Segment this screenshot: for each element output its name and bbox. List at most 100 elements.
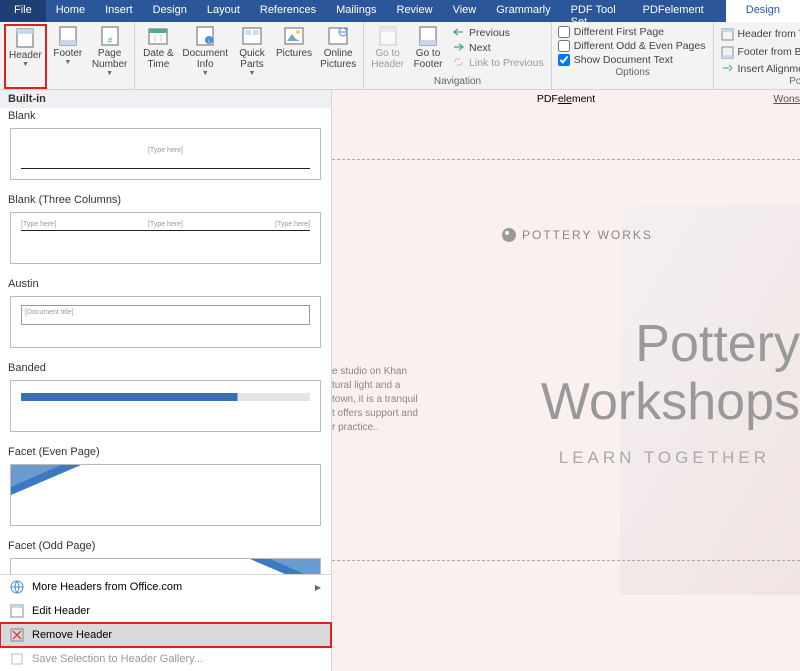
quick-parts-label: Quick Parts	[239, 48, 265, 70]
pictures-icon	[284, 26, 304, 46]
link-icon	[452, 56, 465, 69]
header-icon	[15, 28, 35, 48]
tab-file[interactable]: File	[0, 0, 46, 22]
gallery-scroll[interactable]: Built-in Blank [Type here] Blank (Three …	[0, 90, 331, 574]
menu-tabs: File Home Insert Design Layout Reference…	[0, 0, 800, 22]
position-group-label: Position	[718, 76, 800, 89]
tab-view[interactable]: View	[443, 0, 487, 22]
footer-button[interactable]: Footer ▼	[49, 24, 87, 89]
item-austin[interactable]: [Document title]	[10, 296, 321, 348]
link-previous-label: Link to Previous	[469, 57, 544, 69]
page-number-button[interactable]: # Page Number ▼	[89, 24, 131, 89]
item-austin-label: Austin	[0, 276, 331, 292]
remove-header-item[interactable]: Remove Header	[0, 623, 331, 647]
doc-title: Pottery Workshops	[541, 315, 800, 431]
item-blank[interactable]: [Type here]	[10, 128, 321, 180]
item-facet-even[interactable]	[10, 464, 321, 526]
remove-icon	[10, 628, 24, 642]
show-doc-label: Show Document Text	[574, 54, 673, 66]
header-top-icon	[721, 28, 734, 41]
tab-references[interactable]: References	[250, 0, 326, 22]
tab-pdftoolset[interactable]: PDF Tool Set	[561, 0, 633, 22]
page-number-icon: #	[100, 26, 120, 46]
doc-subtitle: LEARN TOGETHER	[559, 448, 770, 468]
next-button[interactable]: Next	[449, 40, 547, 55]
submenu-caret-icon: ▶	[315, 583, 321, 592]
calendar-icon	[148, 26, 168, 46]
align-tab-icon	[721, 62, 734, 75]
tab-mailings[interactable]: Mailings	[326, 0, 386, 22]
next-icon	[452, 41, 465, 54]
pictures-button[interactable]: Pictures	[273, 24, 315, 89]
pictures-label: Pictures	[276, 48, 312, 59]
online-pictures-button[interactable]: Online Pictures	[317, 24, 359, 89]
diff-first-checkbox[interactable]	[558, 26, 570, 38]
group-position: Header from Top: 1.27 cm ▲▼ Footer from …	[714, 22, 800, 89]
tab-design-tools[interactable]: Design	[726, 0, 800, 22]
globe-icon	[10, 580, 24, 594]
edit-icon	[10, 604, 24, 618]
brand-text: POTTERY WORKS	[522, 228, 653, 242]
header-link: PDFelement	[332, 90, 800, 111]
tab-layout[interactable]: Layout	[197, 0, 250, 22]
document-info-icon: i	[195, 26, 215, 46]
more-headers-item[interactable]: More Headers from Office.com ▶	[0, 575, 331, 599]
item-facet-odd-label: Facet (Odd Page)	[0, 538, 331, 554]
ribbon: Header ▼ Footer ▼ # Page Number ▼ Date &…	[0, 22, 800, 90]
item-blank-label: Blank	[0, 108, 331, 124]
nav-group-label: Navigation	[368, 76, 547, 89]
link-previous-button[interactable]: Link to Previous	[449, 55, 547, 70]
edit-header-label: Edit Header	[32, 605, 90, 617]
header-button[interactable]: Header ▼	[4, 24, 47, 89]
goto-header-icon	[378, 26, 398, 46]
page-number-label: Page Number	[92, 48, 128, 70]
doc-info-label: Document Info	[182, 48, 228, 70]
footer-bottom-label: Footer from Bottom:	[737, 46, 800, 58]
more-headers-label: More Headers from Office.com	[32, 581, 182, 593]
next-label: Next	[469, 42, 491, 54]
previous-icon	[452, 26, 465, 39]
goto-footer-button[interactable]: Go to Footer	[409, 24, 447, 76]
diff-first-label: Different First Page	[574, 26, 664, 38]
brand-row: POTTERY WORKS	[502, 228, 653, 242]
svg-text:i: i	[209, 39, 210, 45]
dropdown-caret-icon: ▼	[202, 70, 209, 77]
diff-oddeven-checkbox[interactable]	[558, 40, 570, 52]
tab-insert[interactable]: Insert	[95, 0, 143, 22]
save-gallery-label: Save Selection to Header Gallery...	[32, 653, 203, 665]
tab-pdfelement[interactable]: PDFelement	[633, 0, 714, 22]
previous-label: Previous	[469, 27, 510, 39]
edit-header-item[interactable]: Edit Header	[0, 599, 331, 623]
group-header-footer: Header ▼ Footer ▼ # Page Number ▼	[0, 22, 135, 89]
show-doc-checkbox[interactable]	[558, 54, 570, 66]
brand-logo-icon	[502, 228, 516, 242]
dropdown-caret-icon: ▼	[22, 61, 29, 68]
quick-parts-button[interactable]: Quick Parts ▼	[233, 24, 271, 89]
insert-align-tab-button[interactable]: Insert Alignment Tab	[718, 61, 800, 76]
save-icon	[10, 652, 24, 666]
dropdown-caret-icon: ▼	[249, 70, 256, 77]
item-banded[interactable]	[10, 380, 321, 432]
footer-label: Footer	[53, 48, 82, 59]
tab-design[interactable]: Design	[143, 0, 197, 22]
item-facet-odd[interactable]	[10, 558, 321, 574]
item-banded-label: Banded	[0, 360, 331, 376]
goto-header-label: Go to Header	[371, 48, 404, 70]
date-time-button[interactable]: Date & Time	[139, 24, 177, 89]
gallery-menu-footer: More Headers from Office.com ▶ Edit Head…	[0, 574, 331, 671]
document-area: PDFelement Wons e studio on Khan tural l…	[332, 90, 800, 671]
remove-header-label: Remove Header	[32, 629, 112, 641]
previous-button[interactable]: Previous	[449, 25, 547, 40]
tab-grammarly[interactable]: Grammarly	[486, 0, 560, 22]
goto-header-button[interactable]: Go to Header	[368, 24, 407, 76]
date-time-label: Date & Time	[143, 48, 174, 70]
header-top-label: Header from Top:	[737, 28, 800, 40]
tab-review[interactable]: Review	[387, 0, 443, 22]
document-info-button[interactable]: i Document Info ▼	[179, 24, 231, 89]
item-blank3[interactable]: [Type here] [Type here] [Type here]	[10, 212, 321, 264]
group-insert: Date & Time i Document Info ▼ Quick Part…	[135, 22, 364, 89]
item-blank3-label: Blank (Three Columns)	[0, 192, 331, 208]
tab-home[interactable]: Home	[46, 0, 95, 22]
blank-hint: [Type here]	[21, 147, 310, 154]
dropdown-caret-icon: ▼	[64, 59, 71, 66]
